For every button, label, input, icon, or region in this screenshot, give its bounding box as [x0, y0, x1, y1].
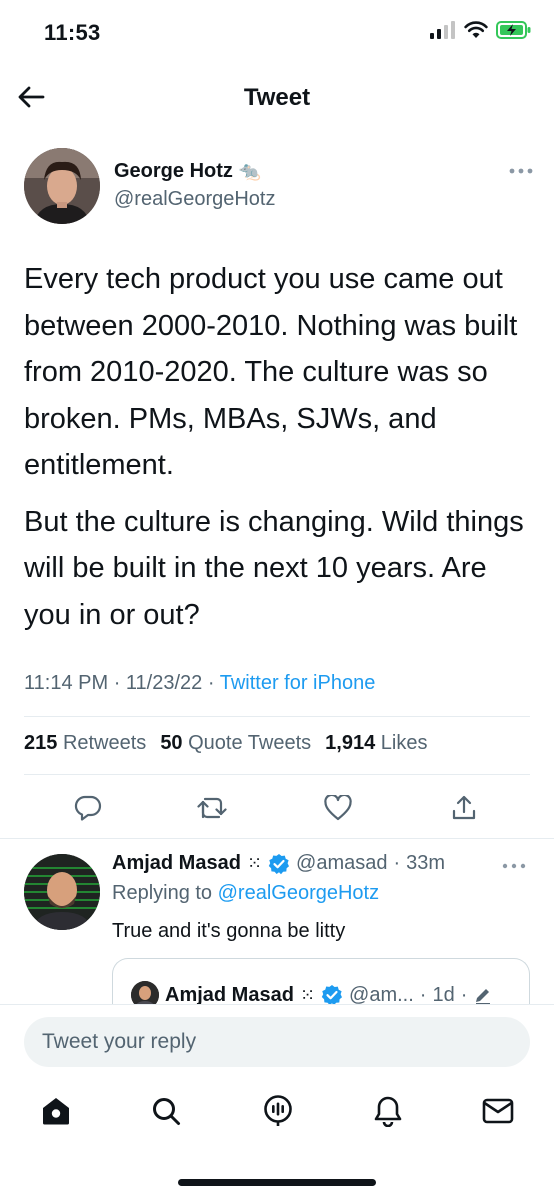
- retweets-stat[interactable]: 215 Retweets: [24, 732, 146, 755]
- author-name: George Hotz: [114, 160, 233, 182]
- nav-home[interactable]: [36, 1091, 76, 1131]
- likes-stat[interactable]: 1,914 Likes: [325, 732, 427, 755]
- spaces-icon: [264, 1095, 292, 1126]
- reply-more-options-icon[interactable]: [502, 860, 526, 872]
- battery-charging-icon: [496, 21, 531, 39]
- mail-icon: [482, 1098, 514, 1124]
- reply-author-handle[interactable]: @amasad: [296, 852, 387, 875]
- tweet-source-link[interactable]: Twitter for iPhone: [220, 672, 376, 694]
- meta-separator: ·: [113, 672, 126, 694]
- page-title: Tweet: [243, 84, 311, 111]
- reply-header: Amjad Masad ⁙ @amasad · 33m: [112, 852, 445, 875]
- share-button[interactable]: [448, 792, 480, 824]
- share-icon: [452, 795, 476, 820]
- home-indicator: [178, 1179, 376, 1186]
- reply-separator: ·: [393, 852, 401, 874]
- author-handle[interactable]: @realGeorgeHotz: [114, 188, 275, 211]
- reply-icon: [74, 795, 102, 821]
- avatar-image: [24, 854, 100, 930]
- status-bar: 11:53: [0, 0, 554, 70]
- tweet-paragraph: But the culture is changing. Wild things…: [24, 505, 524, 631]
- retweet-button[interactable]: [196, 792, 228, 824]
- tweet-actions: [0, 788, 554, 828]
- nav-spaces[interactable]: [258, 1091, 298, 1131]
- reply-author-name[interactable]: Amjad Masad: [112, 852, 241, 875]
- divider: [24, 774, 530, 775]
- heart-icon: [324, 795, 352, 821]
- wifi-icon: [464, 21, 488, 38]
- tweet-time: 11:14 PM: [24, 672, 109, 694]
- tweet-date: 11/23/22: [125, 672, 203, 694]
- author-name-row[interactable]: George Hotz 🐀: [114, 160, 261, 183]
- quotes-label: Quote Tweets: [188, 732, 312, 754]
- author-avatar[interactable]: [24, 148, 100, 224]
- reply-name-symbol: ⁙: [246, 853, 263, 873]
- replying-to: Replying to @realGeorgeHotz: [112, 882, 379, 905]
- home-icon: [43, 1098, 69, 1125]
- top-header: Tweet: [0, 70, 554, 126]
- reply-avatar[interactable]: [24, 854, 100, 930]
- reply-tweet[interactable]: Amjad Masad ⁙ @amasad · 33m Replying to …: [0, 840, 554, 1038]
- likes-count: 1,914: [325, 732, 376, 754]
- reply-text: True and it's gonna be litty: [112, 920, 346, 942]
- cellular-signal-icon: [430, 21, 455, 39]
- meta-separator: ·: [207, 672, 220, 694]
- bottom-nav: [0, 1091, 554, 1139]
- nav-messages[interactable]: [478, 1091, 518, 1131]
- quotes-count: 50: [160, 732, 183, 754]
- reply-button[interactable]: [72, 792, 104, 824]
- tweet-stats: 215 Retweets 50 Quote Tweets 1,914 Likes: [24, 732, 428, 755]
- divider: [0, 838, 554, 839]
- search-icon: [153, 1098, 180, 1125]
- status-icons: [430, 20, 532, 40]
- replying-prefix: Replying to: [112, 882, 213, 904]
- retweet-icon: [197, 797, 227, 819]
- nav-notifications[interactable]: [368, 1091, 408, 1131]
- more-options-icon[interactable]: [508, 164, 534, 178]
- reply-age: 33m: [406, 852, 446, 874]
- verified-badge-icon: [268, 853, 290, 874]
- tweet-text: Every tech product you use came out betw…: [24, 256, 534, 638]
- retweets-label: Retweets: [62, 732, 147, 754]
- nav-search[interactable]: [146, 1091, 186, 1131]
- tweet-meta: 11:14 PM · 11/23/22 · Twitter for iPhone: [24, 672, 375, 695]
- author-emoji: 🐀: [238, 161, 262, 182]
- reply-input[interactable]: [24, 1017, 530, 1067]
- verified-badge-icon: [321, 985, 343, 1006]
- status-time: 11:53: [44, 20, 101, 45]
- divider: [24, 716, 530, 717]
- edited-pencil-icon: [476, 989, 491, 1005]
- tweet-paragraph: Every tech product you use came out betw…: [24, 263, 518, 481]
- like-button[interactable]: [322, 792, 354, 824]
- quote-tweets-stat[interactable]: 50 Quote Tweets: [160, 732, 311, 755]
- replying-handle-link[interactable]: @realGeorgeHotz: [218, 882, 379, 904]
- tweet-author: George Hotz 🐀 @realGeorgeHotz: [24, 146, 534, 226]
- quote-name-symbol: ⁙: [299, 984, 316, 1005]
- likes-label: Likes: [380, 732, 428, 754]
- bell-icon: [374, 1096, 402, 1127]
- retweets-count: 215: [24, 732, 58, 754]
- bottom-bar: [0, 1004, 554, 1200]
- avatar-image: [24, 148, 100, 224]
